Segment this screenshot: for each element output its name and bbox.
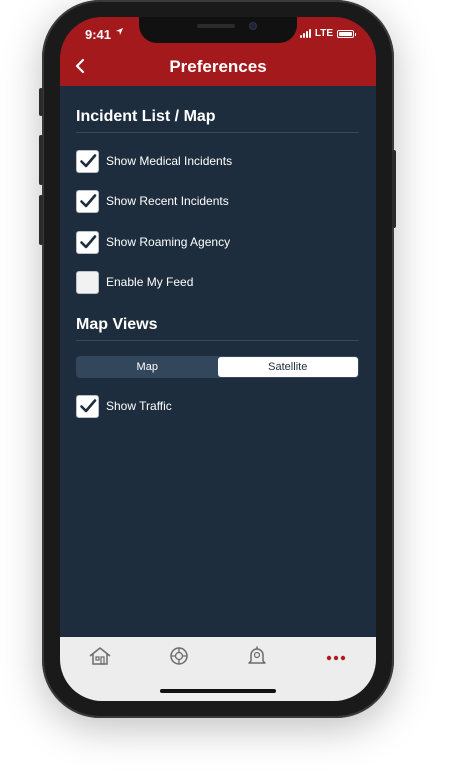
section-title-map-views: Map Views <box>76 316 158 333</box>
option-label: Show Traffic <box>106 399 172 413</box>
checkbox-checked[interactable] <box>76 230 99 254</box>
option-label: Show Recent Incidents <box>106 194 229 208</box>
volume-up-button <box>39 135 43 185</box>
volume-down-button <box>39 195 43 245</box>
option-label: Show Roaming Agency <box>106 235 231 249</box>
checkmark-icon <box>79 194 96 208</box>
option-label: Show Medical Incidents <box>106 154 233 168</box>
checkmark-icon <box>79 154 96 168</box>
status-indicators: LTE <box>299 28 356 39</box>
option-show-roaming-agency[interactable]: Show Roaming Agency <box>76 229 230 255</box>
power-button <box>392 150 396 228</box>
carrier-label: LTE <box>314 28 333 39</box>
app-screen: 9:41 LTE Preferences Incident List / Map <box>60 17 376 701</box>
camera-icon <box>249 22 257 30</box>
home-indicator <box>160 689 276 693</box>
option-show-medical-incidents[interactable]: Show Medical Incidents <box>76 148 232 174</box>
more-icon <box>326 655 346 661</box>
tab-more[interactable] <box>324 645 348 667</box>
segment-map[interactable]: Map <box>77 357 218 377</box>
alert-bell-icon <box>248 646 266 664</box>
tab-home[interactable] <box>88 645 112 667</box>
location-arrow-icon <box>115 27 124 39</box>
home-icon <box>89 647 111 665</box>
section-title-incident: Incident List / Map <box>76 108 216 125</box>
checkbox-checked[interactable] <box>76 189 99 213</box>
checkbox-checked[interactable] <box>76 149 99 173</box>
section-divider <box>76 132 359 133</box>
segment-satellite[interactable]: Satellite <box>217 357 358 377</box>
checkmark-icon <box>79 235 96 249</box>
header-bar: 9:41 LTE Preferences <box>60 17 376 86</box>
option-label: Enable My Feed <box>106 275 194 289</box>
map-view-segmented-control: Map Satellite <box>76 356 359 378</box>
checkbox-unchecked[interactable] <box>76 270 99 294</box>
option-show-recent-incidents[interactable]: Show Recent Incidents <box>76 188 229 214</box>
speaker-grille <box>197 24 235 28</box>
option-enable-my-feed[interactable]: Enable My Feed <box>76 269 193 295</box>
status-time: 9:41 <box>85 27 112 42</box>
signal-icon <box>299 29 311 38</box>
checkmark-icon <box>79 399 96 413</box>
mute-switch <box>39 88 43 116</box>
fire-department-icon <box>170 647 188 665</box>
checkbox-checked[interactable] <box>76 394 99 418</box>
tab-agencies[interactable] <box>167 645 191 667</box>
device-notch <box>139 17 297 43</box>
tab-alerts[interactable] <box>245 645 269 667</box>
section-divider <box>76 340 359 341</box>
battery-icon <box>337 29 356 38</box>
option-show-traffic[interactable]: Show Traffic <box>76 393 172 419</box>
page-title: Preferences <box>169 57 267 76</box>
